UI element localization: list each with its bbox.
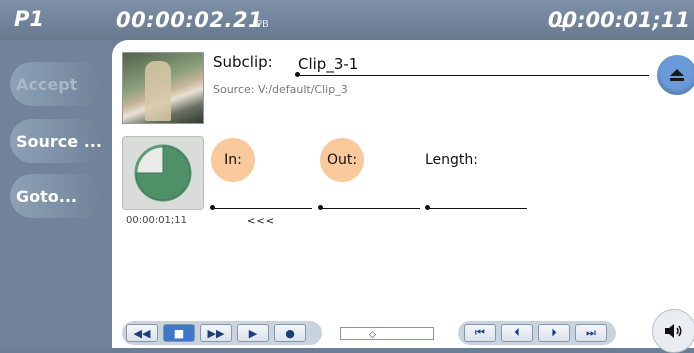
main-panel: Subclip: Clip_3-1 Source: V:/default/Cli…: [112, 40, 694, 353]
shuttle-knob-icon[interactable]: ◇: [369, 330, 376, 340]
thumbnail-figure: [145, 61, 171, 121]
in-timecode-line[interactable]: [212, 208, 312, 209]
length-timecode-line[interactable]: [427, 208, 527, 209]
source-button[interactable]: Source ...: [10, 119, 104, 163]
shuttle-slider[interactable]: ◇: [340, 327, 434, 340]
stop-icon: ■: [173, 326, 185, 340]
record-icon: ●: [285, 326, 295, 340]
go-to-end-button[interactable]: ⏭: [575, 324, 607, 342]
goto-button[interactable]: Goto...: [10, 174, 104, 218]
step-back-button[interactable]: ⏴: [501, 324, 533, 342]
step-back-icon: ⏴: [514, 326, 520, 339]
source-path: Source: V:/default/Clip_3: [213, 83, 348, 96]
clock-pie-icon: [134, 144, 192, 202]
go-to-start-button[interactable]: ⏮: [464, 324, 496, 342]
transport-bar: ◀◀ ■ ▶▶ ▶ ●: [122, 321, 322, 345]
speaker-icon: [665, 324, 682, 338]
timecode-display: 00:00:02.21: [116, 8, 264, 32]
rewind-button[interactable]: ◀◀: [126, 324, 158, 342]
header-bar: P1 00:00:02.21 PB + 00:00:01;11: [0, 0, 694, 40]
step-forward-icon: ⏵: [551, 326, 557, 339]
subclip-label: Subclip:: [213, 53, 273, 71]
eject-button[interactable]: [657, 55, 694, 95]
play-button[interactable]: ▶: [237, 324, 269, 342]
clip-thumbnail: [122, 52, 204, 124]
record-button[interactable]: ●: [274, 324, 306, 342]
mark-out-button[interactable]: Out:: [320, 138, 364, 182]
fast-forward-button[interactable]: ▶▶: [200, 324, 232, 342]
length-label: Length:: [425, 152, 479, 168]
sidebar: Accept Source ... Goto...: [0, 40, 112, 348]
go-to-start-icon: ⏮: [475, 326, 485, 339]
rewind-indicator: <<<: [247, 216, 276, 227]
navigation-bar: ⏮ ⏴ ⏵ ⏭: [458, 321, 616, 345]
accept-button[interactable]: Accept: [10, 62, 104, 106]
remaining-time: 00:00:01;11: [547, 8, 690, 32]
go-to-end-icon: ⏭: [586, 326, 596, 339]
duration-time: 00:00:01;11: [126, 215, 188, 226]
subclip-underline: [297, 75, 649, 76]
mark-in-button[interactable]: In:: [211, 138, 255, 182]
play-icon: ▶: [248, 326, 258, 340]
duration-clock: [122, 136, 204, 210]
step-forward-button[interactable]: ⏵: [538, 324, 570, 342]
volume-button[interactable]: [652, 309, 694, 353]
out-timecode-line[interactable]: [320, 208, 420, 209]
eject-icon: [670, 69, 684, 81]
stop-button[interactable]: ■: [163, 324, 195, 342]
rewind-icon: ◀◀: [133, 326, 151, 340]
mode-label: PB: [256, 19, 269, 30]
subclip-name-field[interactable]: Clip_3-1: [298, 55, 358, 73]
fast-forward-icon: ▶▶: [207, 326, 225, 340]
channel-label: P1: [14, 7, 45, 31]
